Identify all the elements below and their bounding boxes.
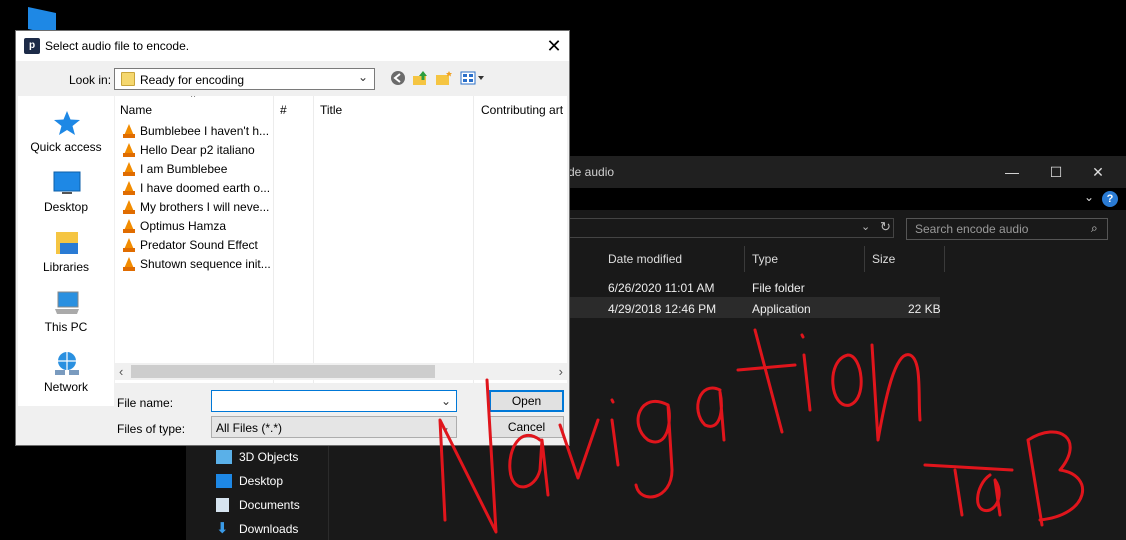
file-list: ^ Name # Title Contributing art Bumblebe… [115, 96, 567, 383]
vlc-cone-icon [123, 200, 135, 214]
vlc-cone-icon [123, 124, 135, 138]
vlc-cone-icon [123, 162, 135, 176]
explorer-title: de audio [568, 165, 615, 179]
search-icon: ⌕ [1091, 221, 1098, 235]
row-type[interactable]: File folder [752, 281, 805, 295]
help-icon[interactable]: ? [1102, 191, 1118, 207]
places-bar: Quick access Desktop Libraries This PC N… [18, 96, 114, 406]
files-of-type-label: Files of type: [117, 422, 186, 436]
new-folder-button[interactable] [435, 70, 453, 88]
files-of-type-value: All Files (*.*) [216, 421, 283, 435]
up-folder-button[interactable] [412, 70, 430, 88]
column-contributing-artist[interactable]: Contributing art [481, 103, 563, 117]
place-network[interactable]: Network [18, 344, 114, 402]
column-name[interactable]: Name [120, 103, 152, 117]
refresh-icon[interactable]: ↻ [880, 219, 891, 235]
column-divider[interactable] [744, 246, 745, 272]
up-folder-icon [413, 71, 427, 85]
minimize-button[interactable]: — [990, 161, 1034, 183]
new-folder-icon [436, 71, 452, 85]
network-icon [55, 352, 79, 375]
column-size[interactable]: Size [872, 252, 895, 266]
vlc-cone-icon [123, 181, 135, 195]
column-number[interactable]: # [280, 103, 287, 117]
files-of-type-dropdown[interactable]: All Files (*.*) ⌄ [211, 416, 457, 438]
column-divider[interactable] [944, 246, 945, 272]
row-size[interactable]: 22 KB [908, 302, 941, 316]
app-icon: p [24, 38, 40, 54]
back-button[interactable] [389, 70, 407, 88]
dialog-title: Select audio file to encode. [45, 39, 190, 53]
close-button[interactable]: ✕ [542, 34, 566, 58]
column-divider[interactable] [864, 246, 865, 272]
row-date[interactable]: 4/29/2018 12:46 PM [608, 302, 716, 316]
cancel-button[interactable]: Cancel [489, 416, 564, 438]
file-name-input[interactable] [211, 390, 457, 412]
close-button[interactable]: ✕ [1076, 161, 1120, 183]
list-item[interactable]: Hello Dear p2 italiano [123, 141, 275, 160]
open-file-dialog: p Select audio file to encode. ✕ Look in… [15, 30, 570, 446]
open-button[interactable]: Open [489, 390, 564, 412]
look-in-dropdown[interactable]: Ready for encoding ⌄ [114, 68, 375, 90]
vlc-cone-icon [123, 143, 135, 157]
list-item[interactable]: Bumblebee I haven't h... [123, 122, 275, 141]
desktop-icon [216, 474, 232, 488]
look-in-label: Look in: [69, 73, 112, 87]
place-desktop[interactable]: Desktop [18, 164, 114, 222]
computer-icon [55, 291, 79, 314]
chevron-down-icon: ⌄ [439, 420, 450, 434]
list-item[interactable]: Predator Sound Effect [123, 236, 275, 255]
address-dropdown-icon[interactable]: ⌄ [861, 220, 870, 233]
view-menu-icon [460, 71, 484, 85]
view-menu-button[interactable] [459, 70, 487, 88]
look-in-value: Ready for encoding [140, 73, 245, 87]
folder-icon [121, 72, 135, 86]
vlc-cone-icon [123, 219, 135, 233]
list-item[interactable]: I have doomed earth o... [123, 179, 275, 198]
place-quick-access[interactable]: Quick access [18, 104, 114, 162]
place-libraries[interactable]: Libraries [18, 224, 114, 282]
desktop-icon [53, 171, 81, 194]
maximize-button[interactable]: ☐ [1034, 161, 1078, 183]
row-date[interactable]: 6/26/2020 11:01 AM [608, 281, 715, 295]
row-type[interactable]: Application [752, 302, 811, 316]
ribbon-expand-icon[interactable]: ⌄ [1084, 190, 1094, 204]
scroll-right-icon[interactable]: › [559, 363, 563, 380]
list-item[interactable]: Shutown sequence init... [123, 255, 275, 274]
horizontal-scrollbar[interactable]: ‹ › [115, 363, 567, 380]
file-name-label: File name: [117, 396, 174, 410]
list-item[interactable]: My brothers I will neve... [123, 198, 275, 217]
column-title[interactable]: Title [320, 103, 342, 117]
chevron-down-icon: ⌄ [357, 70, 368, 84]
scroll-left-icon[interactable]: ‹ [119, 363, 123, 380]
vlc-cone-icon [123, 257, 135, 271]
libraries-icon [56, 232, 78, 254]
column-date-modified[interactable]: Date modified [608, 252, 682, 266]
cube-icon [216, 450, 232, 464]
download-arrow-icon: ⬇ [216, 520, 229, 537]
search-input[interactable]: Search encode audio [906, 218, 1108, 240]
column-divider[interactable] [313, 96, 314, 383]
column-divider[interactable] [473, 96, 474, 383]
column-type[interactable]: Type [752, 252, 778, 266]
list-item[interactable]: Optimus Hamza [123, 217, 275, 236]
document-icon [216, 498, 229, 512]
dialog-titlebar: p Select audio file to encode. ✕ [16, 31, 569, 61]
back-icon [391, 71, 405, 85]
place-this-pc[interactable]: This PC [18, 284, 114, 342]
star-icon [54, 111, 80, 135]
scrollbar-thumb[interactable] [131, 365, 435, 378]
vlc-cone-icon [123, 238, 135, 252]
sort-ascending-icon: ^ [191, 96, 196, 102]
address-bar[interactable] [556, 218, 894, 238]
list-item[interactable]: I am Bumblebee [123, 160, 275, 179]
chevron-down-icon[interactable]: ⌄ [441, 394, 451, 408]
